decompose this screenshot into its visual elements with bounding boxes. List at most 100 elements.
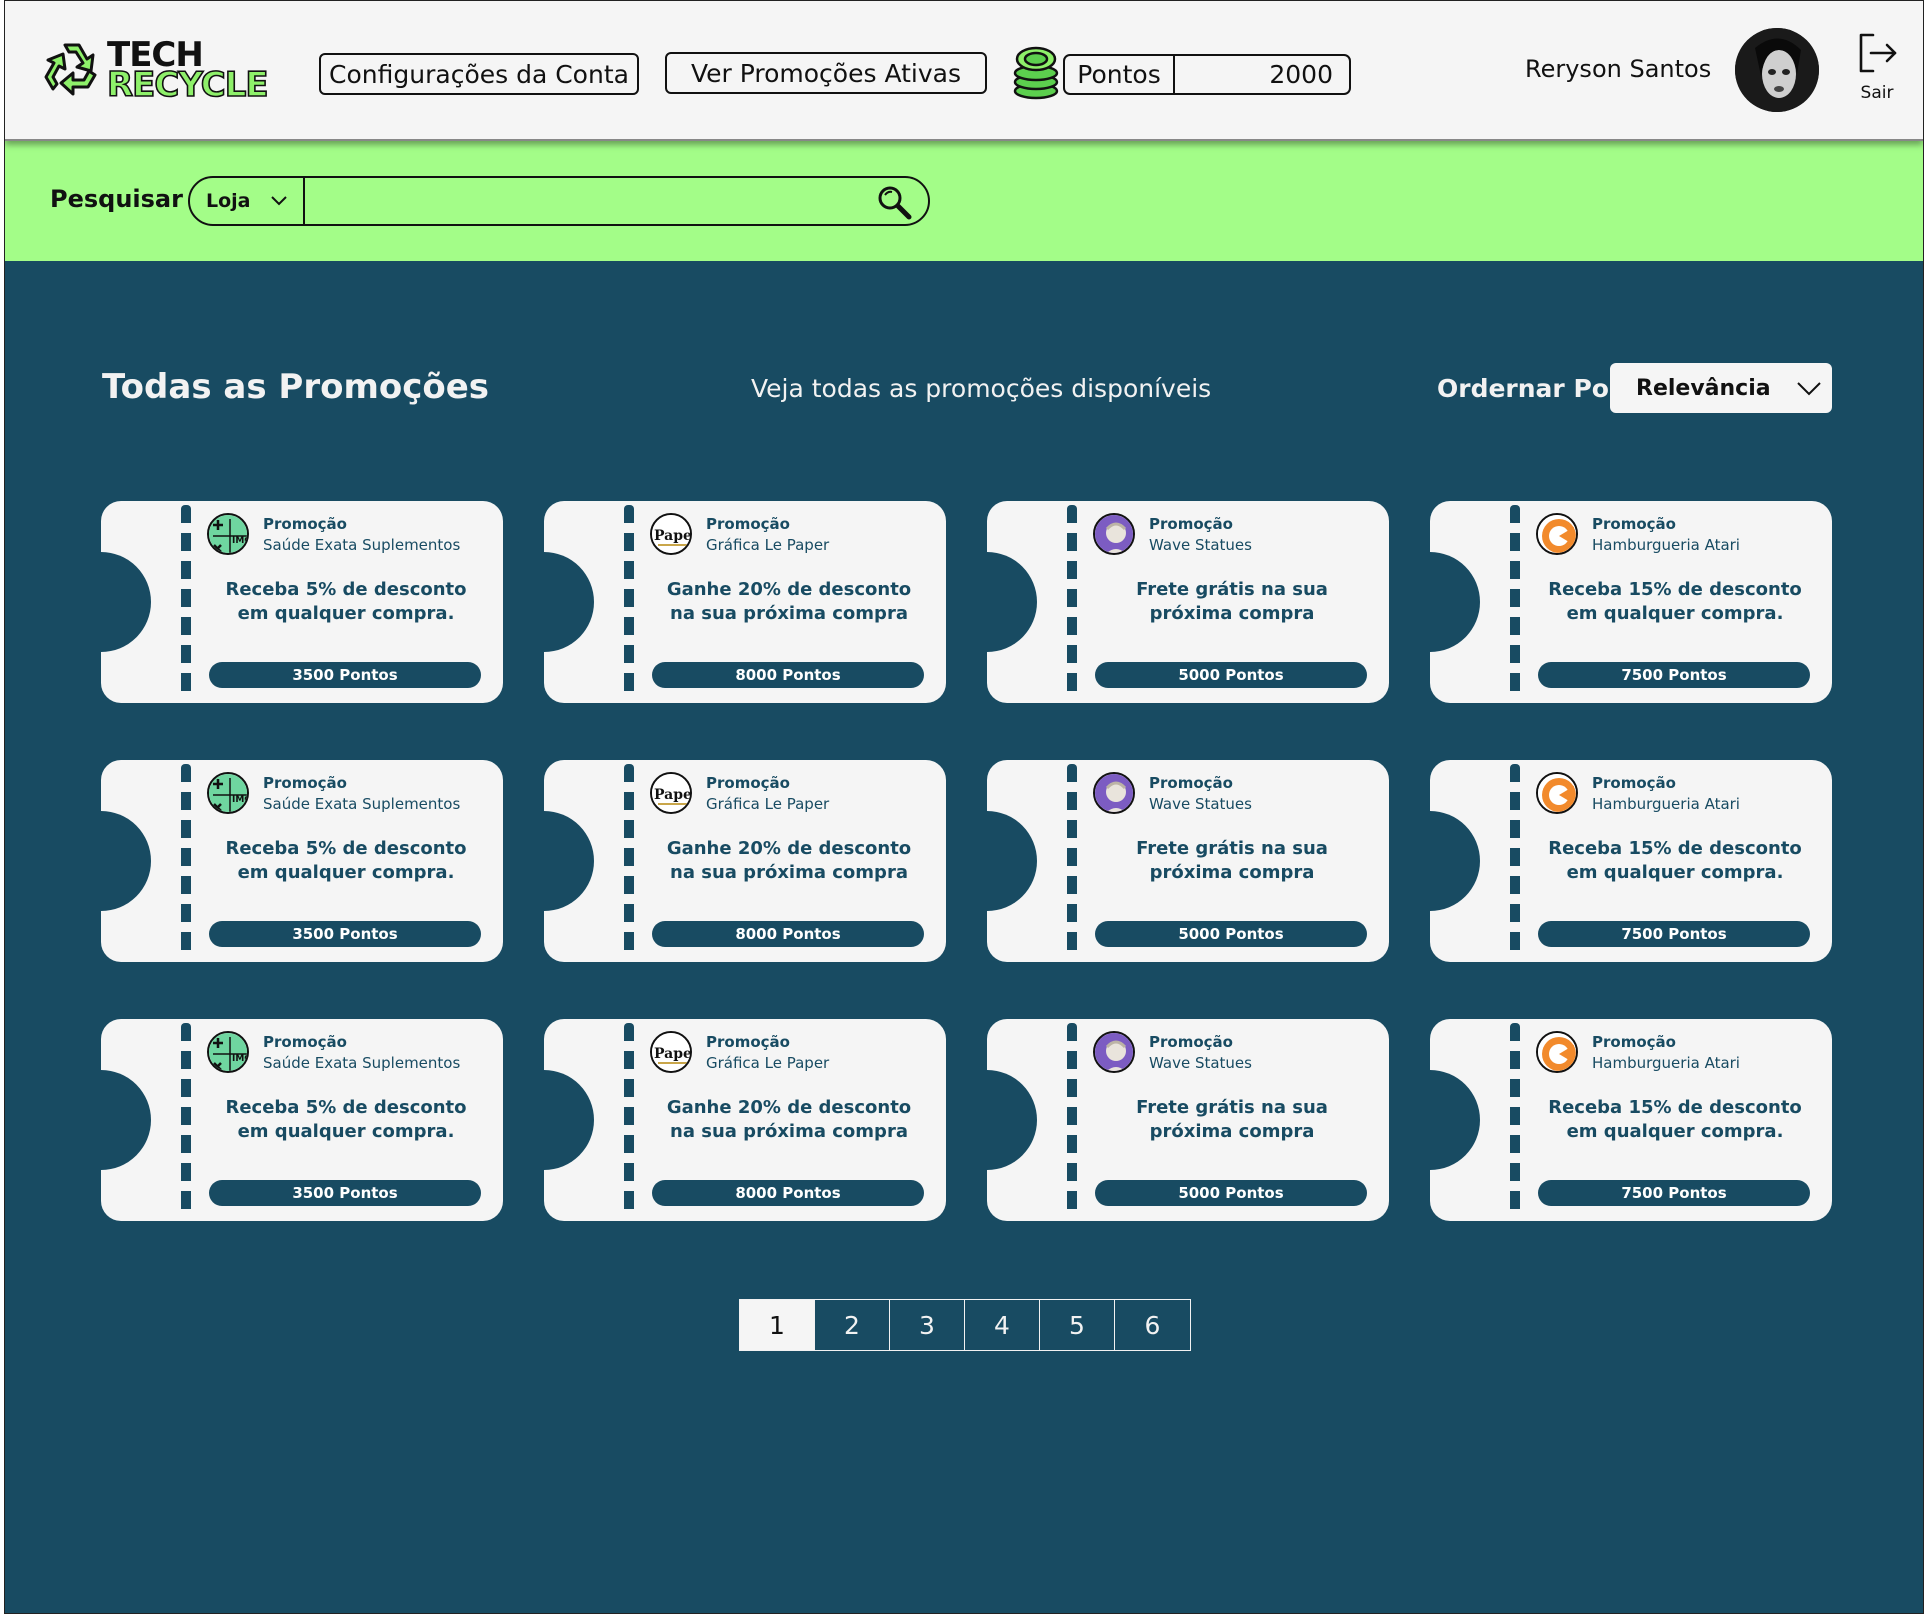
ticket-perforation [1510,505,1520,699]
redeem-points-button[interactable]: 3500 Pontos [209,921,481,947]
redeem-points-button[interactable]: 5000 Pontos [1095,921,1367,947]
points-label: Pontos [1065,56,1175,93]
ticket-perforation [1510,764,1520,958]
store-logo-icon [1093,1031,1135,1073]
page-button-3[interactable]: 3 [890,1300,965,1350]
store-name: Hamburgueria Atari [1592,795,1740,813]
recycle-icon [44,43,97,96]
redeem-points-button[interactable]: 5000 Pontos [1095,1180,1367,1206]
ticket-notch [987,552,1037,652]
svg-text:Paper: Paper [654,528,692,544]
redeem-points-button[interactable]: 8000 Pontos [652,662,924,688]
redeem-points-button[interactable]: 7500 Pontos [1538,662,1810,688]
ticket-perforation [1067,764,1077,958]
search-icon[interactable] [876,184,912,220]
promotion-description: Frete grátis na sua próxima compra [1136,1097,1328,1142]
promotion-card[interactable]: Promoção Wave Statues Frete grátis na sua … [987,760,1389,962]
pagination: 123456 [739,1299,1191,1351]
sort-select[interactable]: Relevância [1610,363,1832,413]
redeem-points-button[interactable]: 7500 Pontos [1538,921,1810,947]
page-button-4[interactable]: 4 [965,1300,1040,1350]
promotion-description: Receba 5% de desconto em qualquer compra… [225,579,467,624]
user-avatar[interactable] [1735,28,1819,112]
svg-text:Paper: Paper [654,1046,692,1062]
redeem-points-button[interactable]: 3500 Pontos [209,662,481,688]
promotion-card[interactable]: Paper Promoção Gráfica Le Paper Ganhe 20% … [544,760,946,962]
account-settings-button[interactable]: Configurações da Conta [319,53,639,95]
promotion-tag: Promoção [1149,774,1233,792]
user-name[interactable]: Reryson Santos [1525,55,1711,83]
page-button-1[interactable]: 1 [740,1300,815,1350]
store-logo-icon: Paper [650,513,692,555]
ticket-notch [101,1070,151,1170]
store-logo-icon [1093,513,1135,555]
promotion-description: Receba 15% de desconto em qualquer compr… [1548,1097,1802,1142]
ticket-perforation [181,1023,191,1217]
ticket-perforation [624,1023,634,1217]
chevron-down-icon [271,196,287,206]
search-input[interactable] [308,182,868,220]
search-label: Pesquisar [50,185,183,213]
store-name: Saúde Exata Suplementos [263,536,461,554]
store-logo-icon: IMC [207,1031,249,1073]
points-balance: Pontos 2000 [1063,54,1351,95]
promotion-description: Receba 5% de desconto em qualquer compra… [225,838,467,883]
redeem-points-button[interactable]: 5000 Pontos [1095,662,1367,688]
promotion-card[interactable]: Promoção Hamburgueria Atari Receba 15% de … [1430,1019,1832,1221]
promotion-card[interactable]: Promoção Wave Statues Frete grátis na sua … [987,1019,1389,1221]
page-button-6[interactable]: 6 [1115,1300,1190,1350]
store-name: Gráfica Le Paper [706,536,830,554]
ticket-perforation [624,764,634,958]
promotion-tag: Promoção [263,774,347,792]
sort-select-value: Relevância [1636,375,1771,401]
promotion-card[interactable]: Promoção Hamburgueria Atari Receba 15% de … [1430,760,1832,962]
page-button-5[interactable]: 5 [1040,1300,1115,1350]
ticket-notch [544,1070,594,1170]
store-name: Wave Statues [1149,1054,1252,1072]
store-logo-icon: IMC [207,513,249,555]
redeem-points-button[interactable]: 7500 Pontos [1538,1180,1810,1206]
promotion-card[interactable]: Paper Promoção Gráfica Le Paper Ganhe 20% … [544,1019,946,1221]
promotion-description: Ganhe 20% de desconto na sua próxima com… [666,838,912,883]
chevron-down-icon [1797,382,1821,396]
top-header: TECH RECYCLE Configurações da Conta Ver … [5,1,1923,141]
svg-text:Paper: Paper [654,787,692,803]
store-logo-icon [1093,772,1135,814]
svg-text:IMC: IMC [232,795,249,805]
promotion-card[interactable]: Promoção Hamburgueria Atari Receba 15% de … [1430,501,1832,703]
logo-text-bottom: RECYCLE [106,64,269,106]
promotion-card[interactable]: IMC Promoção Saúde Exata Suplementos Receb… [101,1019,503,1221]
ticket-notch [101,811,151,911]
store-logo-icon [1536,772,1578,814]
promotion-tag: Promoção [706,774,790,792]
redeem-points-button[interactable]: 8000 Pontos [652,921,924,947]
redeem-points-button[interactable]: 8000 Pontos [652,1180,924,1206]
promotion-tag: Promoção [706,1033,790,1051]
page-button-2[interactable]: 2 [815,1300,890,1350]
promotion-tag: Promoção [706,515,790,533]
search-filter-select[interactable]: Loja [190,178,305,224]
ticket-perforation [1510,1023,1520,1217]
ticket-perforation [1067,505,1077,699]
store-logo-icon: Paper [650,772,692,814]
store-logo-icon: IMC [207,772,249,814]
redeem-points-button[interactable]: 3500 Pontos [209,1180,481,1206]
ticket-notch [1430,552,1480,652]
promotion-tag: Promoção [1592,1033,1676,1051]
store-name: Wave Statues [1149,536,1252,554]
sort-label: Ordernar Por [1437,374,1622,403]
promotion-card[interactable]: Paper Promoção Gráfica Le Paper Ganhe 20% … [544,501,946,703]
tech-recycle-logo[interactable]: TECH RECYCLE [41,31,271,111]
page-subtitle: Veja todas as promoções disponíveis [751,374,1212,403]
promotion-card[interactable]: Promoção Wave Statues Frete grátis na sua … [987,501,1389,703]
promotion-tag: Promoção [1592,774,1676,792]
search-filter-value: Loja [206,190,251,212]
promotion-card[interactable]: IMC Promoção Saúde Exata Suplementos Receb… [101,760,503,962]
active-promotions-button[interactable]: Ver Promoções Ativas [665,52,987,94]
coins-icon [1013,46,1059,100]
ticket-notch [1430,811,1480,911]
logout-button[interactable]: Sair [1853,31,1901,103]
promotion-card[interactable]: IMC Promoção Saúde Exata Suplementos Receb… [101,501,503,703]
ticket-perforation [624,505,634,699]
search-box: Loja [188,176,930,226]
